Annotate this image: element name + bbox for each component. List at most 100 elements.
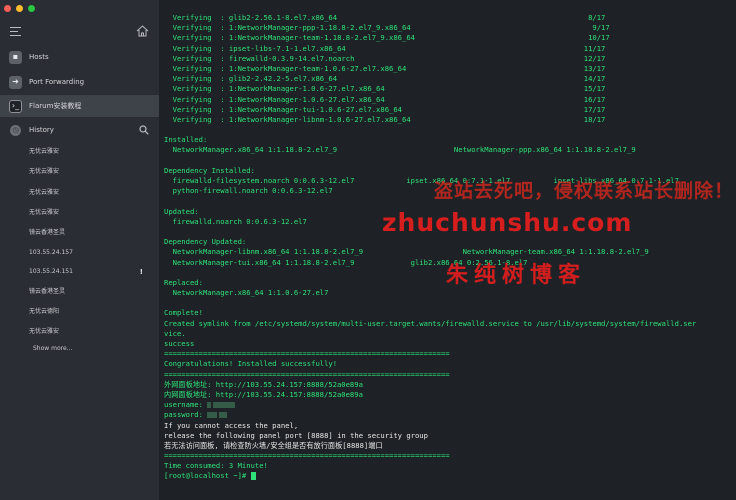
- terminal-text: Verifying : firewalld-0.3.9-14.el7.noarc…: [164, 53, 606, 63]
- minimize-window-button[interactable]: [16, 5, 23, 12]
- terminal-text: success: [164, 339, 195, 348]
- history-item-label: 镜云香港圣灵: [29, 229, 66, 236]
- terminal-text: release the following panel port [8888] …: [164, 430, 428, 440]
- history-item[interactable]: 103.55.24.157: [29, 247, 149, 259]
- terminal-line: Dependency Updated:: [164, 237, 730, 247]
- history-item[interactable]: 无忧云雅安: [29, 146, 149, 158]
- terminal-text: Verifying : ipset-libs-7.1-1.el7.x86_64 …: [164, 43, 606, 53]
- terminal-text: Verifying : 1:NetworkManager-libnm-1.0.6…: [164, 114, 606, 124]
- terminal-text: If you cannot access the panel,: [164, 420, 299, 430]
- menu-icon[interactable]: [10, 27, 21, 36]
- terminal-view[interactable]: Verifying : glib2-2.56.1-8.el7.x86_64 8/…: [159, 0, 736, 500]
- terminal-line: Installed:: [164, 135, 730, 145]
- history-item[interactable]: 镜云香港圣灵: [29, 227, 149, 239]
- sidebar-item-flarum[interactable]: ›_ Flarum安装教程: [0, 95, 159, 117]
- sidebar-item-label: Hosts: [29, 53, 49, 61]
- terminal-text: Updated:: [164, 206, 199, 216]
- history-label: History: [29, 126, 54, 134]
- terminal-line: success: [164, 339, 730, 349]
- terminal-output: Verifying : glib2-2.56.1-8.el7.x86_64 8/…: [164, 13, 730, 482]
- terminal-text: ========================================…: [164, 369, 450, 379]
- terminal-line: Verifying : 1:NetworkManager-libnm-1.0.6…: [164, 115, 730, 125]
- history-item[interactable]: 无忧云雅安: [29, 207, 149, 219]
- terminal-line: Congratulations! Installed successfully!: [164, 359, 730, 369]
- terminal-text: Verifying : 1:NetworkManager-tui-1.0.6-2…: [164, 104, 606, 114]
- terminal-text: Verifying : glib2-2.56.1-8.el7.x86_64 8/…: [164, 13, 606, 22]
- sidebar-item-label: Flarum安装教程: [29, 102, 82, 110]
- terminal-text: 若无法访问面板, 请检查防火墙/安全组是否有放行面板[8888]端口: [164, 440, 383, 450]
- history-item[interactable]: 镜云香港圣灵: [29, 286, 149, 298]
- watermark-blog-name: 朱纯树博客: [446, 263, 587, 288]
- terminal-line: Dependency Installed:: [164, 166, 730, 176]
- maximize-window-button[interactable]: [28, 5, 35, 12]
- terminal-text: Congratulations! Installed successfully!: [164, 359, 338, 369]
- close-window-button[interactable]: [4, 5, 11, 12]
- terminal-line: password:: [164, 410, 730, 420]
- terminal-line: ========================================…: [164, 451, 730, 461]
- history-item[interactable]: 无忧云雅安: [29, 187, 149, 199]
- terminal-line: NetworkManager-libnm.x86_64 1:1.18.8-2.e…: [164, 247, 730, 257]
- history-item-label: 103.55.24.151: [29, 268, 73, 275]
- terminal-text: Verifying : 1:NetworkManager-team-1.0.6-…: [164, 63, 606, 73]
- terminal-line: 外网面板地址: http://103.55.24.157:8888/52a0e8…: [164, 380, 730, 390]
- history-item-label: 无忧云雅安: [29, 189, 60, 196]
- terminal-text: Verifying : 1:NetworkManager-team-1.18.8…: [164, 33, 610, 43]
- hosts-icon: ▪: [9, 50, 22, 64]
- history-item[interactable]: 103.55.24.151!: [29, 266, 149, 278]
- terminal-text: Replaced:: [164, 277, 203, 287]
- sidebar: ▪ Hosts ➜ Port Forwarding ›_ Flarum安装教程 …: [0, 0, 159, 500]
- history-item-label: 无忧云雅安: [29, 148, 60, 155]
- show-more-link[interactable]: Show more...: [33, 345, 72, 352]
- terminal-text: 内网面板地址: http://103.55.24.157:8888/52a0e8…: [164, 389, 363, 399]
- terminal-line: Verifying : glib2-2.42.2-5.el7.x86_64 14…: [164, 74, 730, 84]
- terminal-text: vice.: [164, 328, 186, 338]
- redacted-mask: [219, 412, 228, 419]
- terminal-line: ========================================…: [164, 370, 730, 380]
- arrow-right-icon: ➜: [9, 75, 22, 89]
- history-item-label: 无忧云雅安: [29, 168, 60, 175]
- terminal-text: ========================================…: [164, 349, 450, 359]
- terminal-text: Verifying : 1:NetworkManager-1.0.6-27.el…: [164, 94, 606, 104]
- history-item[interactable]: 无忧云德阳: [29, 306, 149, 318]
- history-item-label: 镜云香港圣灵: [29, 288, 66, 295]
- redacted-mask: [213, 402, 236, 409]
- terminal-icon: ›_: [9, 99, 22, 113]
- terminal-line: 若无法访问面板, 请检查防火墙/安全组是否有放行面板[8888]端口: [164, 441, 730, 451]
- terminal-text: [root@localhost ~]#: [164, 471, 251, 481]
- terminal-text: Verifying : glib2-2.42.2-5.el7.x86_64 14…: [164, 74, 606, 84]
- home-icon[interactable]: [136, 25, 149, 37]
- terminal-line: Verifying : glib2-2.56.1-8.el7.x86_64 8/…: [164, 13, 730, 23]
- terminal-line: Verifying : ipset-libs-7.1-1.el7.x86_64 …: [164, 44, 730, 54]
- terminal-text: Installed:: [164, 135, 208, 145]
- terminal-text: username:: [164, 400, 208, 410]
- terminal-line: ========================================…: [164, 349, 730, 359]
- history-item-label: 无忧云雅安: [29, 209, 60, 216]
- watermark-text: 盗站去死吧，侵权联系站长删除！: [434, 180, 735, 202]
- terminal-line: NetworkManager.x86_64 1:1.0.6-27.el7: [164, 288, 730, 298]
- terminal-text: ========================================…: [164, 451, 450, 461]
- sidebar-item-port-forwarding[interactable]: ➜ Port Forwarding: [0, 71, 159, 93]
- terminal-text: 外网面板地址: http://103.55.24.157:8888/52a0e8…: [164, 379, 363, 389]
- terminal-line: Verifying : firewalld-0.3.9-14.el7.noarc…: [164, 54, 730, 64]
- terminal-line: Verifying : 1:NetworkManager-team-1.0.6-…: [164, 64, 730, 74]
- clock-icon: ◷: [10, 124, 21, 136]
- sidebar-item-hosts[interactable]: ▪ Hosts: [0, 46, 159, 68]
- terminal-line: Time consumed: 3 Minute!: [164, 461, 730, 471]
- terminal-cursor: [250, 472, 256, 481]
- terminal-text: python-firewall.noarch 0:0.6.3-12.el7: [164, 186, 333, 196]
- terminal-line: vice.: [164, 329, 730, 339]
- terminal-line: Created symlink from /etc/systemd/system…: [164, 319, 730, 329]
- redacted-mask: [207, 412, 218, 419]
- sidebar-item-label: Port Forwarding: [29, 78, 85, 86]
- terminal-text: Time consumed: 3 Minute!: [164, 461, 268, 471]
- history-item-label: 无忧云雅安: [29, 328, 60, 335]
- warning-icon: !: [139, 268, 143, 276]
- watermark-url: zhuchunshu.com: [382, 208, 633, 237]
- history-item[interactable]: 无忧云雅安: [29, 326, 149, 338]
- terminal-text: password:: [164, 410, 208, 420]
- history-item[interactable]: 无忧云雅安: [29, 166, 149, 178]
- search-icon[interactable]: [139, 125, 149, 135]
